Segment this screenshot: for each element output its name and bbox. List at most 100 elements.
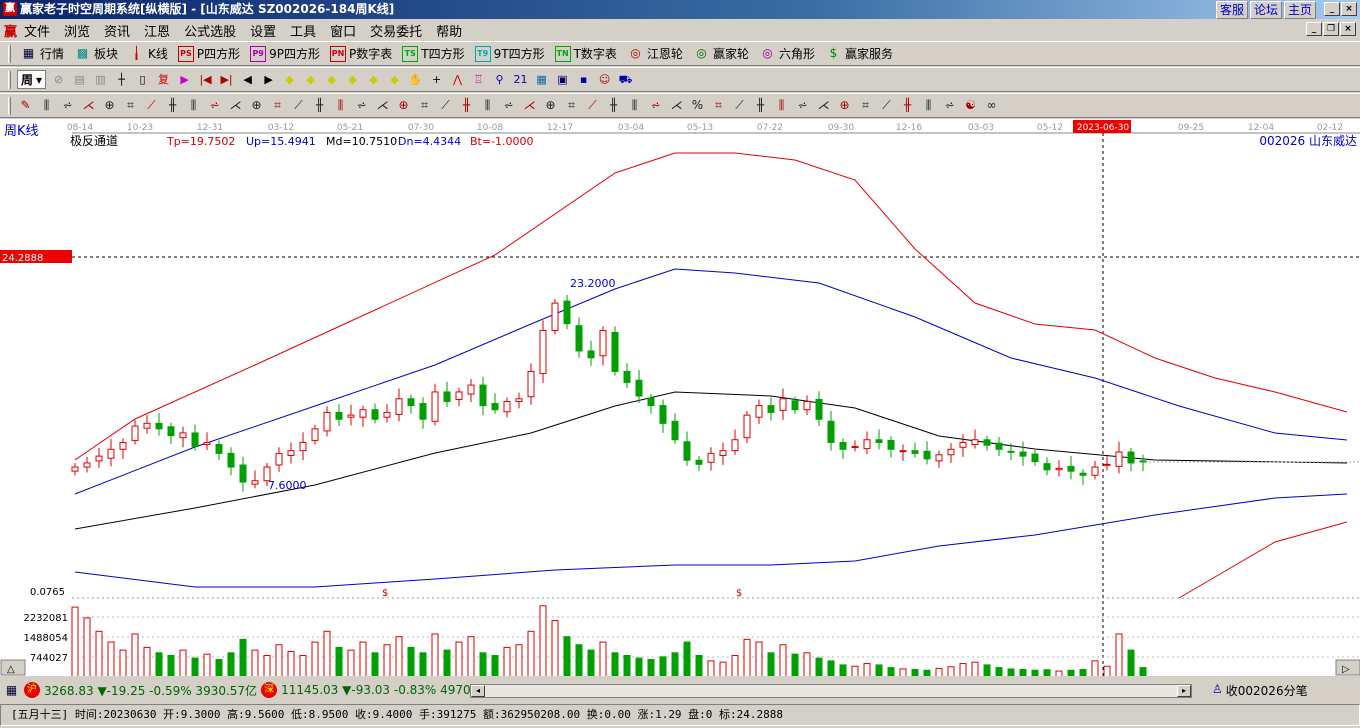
fan5-tool-icon[interactable]: ⩫ (647, 97, 664, 114)
link-forum[interactable]: 论坛 (1249, 1, 1282, 19)
fan3-tool-icon[interactable]: ⊕ (542, 97, 559, 114)
search-chart-icon[interactable]: ⚲ (491, 71, 508, 88)
menu-help[interactable]: 帮助 (436, 21, 462, 40)
circle1-tool-icon[interactable]: ╫ (164, 97, 181, 114)
toolbar-item-grid[interactable]: ▦ 行情 (17, 45, 67, 62)
toolbar-item-tn[interactable]: TN T数字表 (552, 45, 620, 62)
users-icon[interactable]: ☺ (596, 71, 613, 88)
pencil-tool-icon[interactable]: ✎ (17, 97, 34, 114)
candle-up[interactable] (383, 411, 391, 418)
target1-tool-icon[interactable]: ⊕ (248, 97, 265, 114)
cross-icon[interactable]: + (428, 71, 445, 88)
candle-down[interactable] (335, 411, 343, 420)
grid7-tool-icon[interactable]: ⫼ (626, 97, 643, 114)
grid1-tool-icon[interactable]: ⫼ (38, 97, 55, 114)
fib11-tool-icon[interactable]: ⫼ (920, 97, 937, 114)
candle-down[interactable] (563, 300, 571, 325)
candle-down[interactable] (371, 409, 379, 420)
minimize-button[interactable]: _ (1324, 2, 1340, 16)
kline-chart[interactable]: 08-14 10-23 12-31 03-12 05-21 07-30 10-08 12-17… (0, 119, 1360, 676)
diamond2-icon[interactable]: ◆ (302, 71, 319, 88)
bracket1-tool-icon[interactable]: ⟋ (437, 97, 454, 114)
menu-trade[interactable]: 交易委托 (370, 21, 422, 40)
menu-tools[interactable]: 工具 (290, 21, 316, 40)
candle-up[interactable] (947, 448, 955, 456)
candle-up[interactable] (779, 398, 787, 411)
candle-down[interactable] (479, 384, 487, 407)
candle-down[interactable] (1007, 450, 1015, 453)
candle-up[interactable] (719, 450, 727, 456)
candle-icon[interactable]: ▯ (134, 71, 151, 88)
candle-down[interactable] (875, 439, 883, 443)
scroll-left-button[interactable]: ◂ (471, 685, 485, 697)
candle-down[interactable] (767, 405, 775, 413)
candle-up[interactable] (539, 329, 547, 374)
candle-down[interactable] (983, 439, 991, 446)
infinity-tool-icon[interactable]: ∞ (983, 97, 1000, 114)
candle-down[interactable] (1031, 453, 1039, 463)
candle-up[interactable] (95, 455, 103, 462)
toolbar-item-winner-wheel[interactable]: ◎ 赢家轮 (690, 45, 752, 62)
candle-up[interactable] (467, 384, 475, 395)
candle-up[interactable] (179, 432, 187, 439)
vline-tool-icon[interactable]: ⟋ (584, 97, 601, 114)
candle-down[interactable] (671, 420, 679, 441)
period-select[interactable]: 周 ▾ (17, 70, 47, 89)
menu-settings[interactable]: 设置 (250, 21, 276, 40)
unrestored-icon[interactable]: 复 (155, 71, 172, 88)
bars6-tool-icon[interactable]: ⫼ (332, 97, 349, 114)
flag-icon[interactable]: ▶ (176, 71, 193, 88)
copy-icon[interactable]: ▤ (71, 71, 88, 88)
bars3-tool-icon[interactable]: ⊕ (101, 97, 118, 114)
child-close-button[interactable]: × (1340, 22, 1356, 36)
grid2-tool-icon[interactable]: ⩫ (206, 97, 223, 114)
candle-down[interactable] (791, 400, 799, 411)
candle-up[interactable] (455, 391, 463, 400)
candle-up[interactable] (1055, 467, 1063, 471)
sz-index[interactable]: 11145.03 ▼-93.03 -0.83% 4970.2 (281, 683, 482, 697)
candle-down[interactable] (695, 459, 703, 465)
toolbar-item-gann-wheel[interactable]: ◎ 江恩轮 (624, 45, 686, 62)
candle-up[interactable] (119, 441, 127, 450)
fib8-tool-icon[interactable]: ⌗ (857, 97, 874, 114)
candle-up[interactable] (395, 398, 403, 415)
candle-up[interactable] (899, 450, 907, 453)
bars4-tool-icon[interactable]: ⌗ (122, 97, 139, 114)
yin-yang-tool-icon[interactable]: ☯ (962, 97, 979, 114)
candle-down[interactable] (611, 332, 619, 372)
menu-file[interactable]: 文件 (24, 21, 50, 40)
candle-up[interactable] (1115, 451, 1123, 467)
candle-up[interactable] (959, 441, 967, 448)
cross1-tool-icon[interactable]: ╫ (311, 97, 328, 114)
candle-down[interactable] (575, 325, 583, 352)
toolbar-item-blocks[interactable]: ▩ 板块 (71, 45, 121, 62)
fan4-tool-icon[interactable]: ⌗ (563, 97, 580, 114)
toolbar-item-ps[interactable]: PS P四方形 (175, 45, 243, 62)
menu-window[interactable]: 窗口 (330, 21, 356, 40)
toolbar-grip[interactable] (8, 96, 11, 115)
angle1-tool-icon[interactable]: ⋌ (227, 97, 244, 114)
fan1-tool-icon[interactable]: ╫ (458, 97, 475, 114)
toolbar-item-kline[interactable]: ╽ K线 (125, 45, 171, 62)
candle-down[interactable] (215, 444, 223, 454)
scroll-right-button[interactable]: ▸ (1177, 685, 1191, 697)
candle-up[interactable] (71, 466, 79, 472)
menu-formula[interactable]: 公式选股 (184, 21, 236, 40)
link-home[interactable]: 主页 (1283, 1, 1316, 19)
candle-up[interactable] (107, 448, 115, 459)
candle-up[interactable] (131, 425, 139, 441)
box1-tool-icon[interactable]: ⩫ (500, 97, 517, 114)
candle-down[interactable] (1019, 451, 1027, 457)
hand-icon[interactable]: ✋ (407, 71, 424, 88)
candle-down[interactable] (167, 426, 175, 437)
candle-down[interactable] (1139, 460, 1147, 463)
bars1-tool-icon[interactable]: ⩫ (59, 97, 76, 114)
fib10-tool-icon[interactable]: ╫ (899, 97, 916, 114)
left-icon[interactable]: ◀ (239, 71, 256, 88)
diamond1-icon[interactable]: ◆ (281, 71, 298, 88)
candle-up[interactable] (83, 462, 91, 468)
candle-down[interactable] (191, 432, 199, 448)
chart-area[interactable]: 08-14 10-23 12-31 03-12 05-21 07-30 10-08 12-17… (0, 119, 1360, 676)
fib1-tool-icon[interactable]: ⌗ (710, 97, 727, 114)
candle-down[interactable] (911, 450, 919, 454)
